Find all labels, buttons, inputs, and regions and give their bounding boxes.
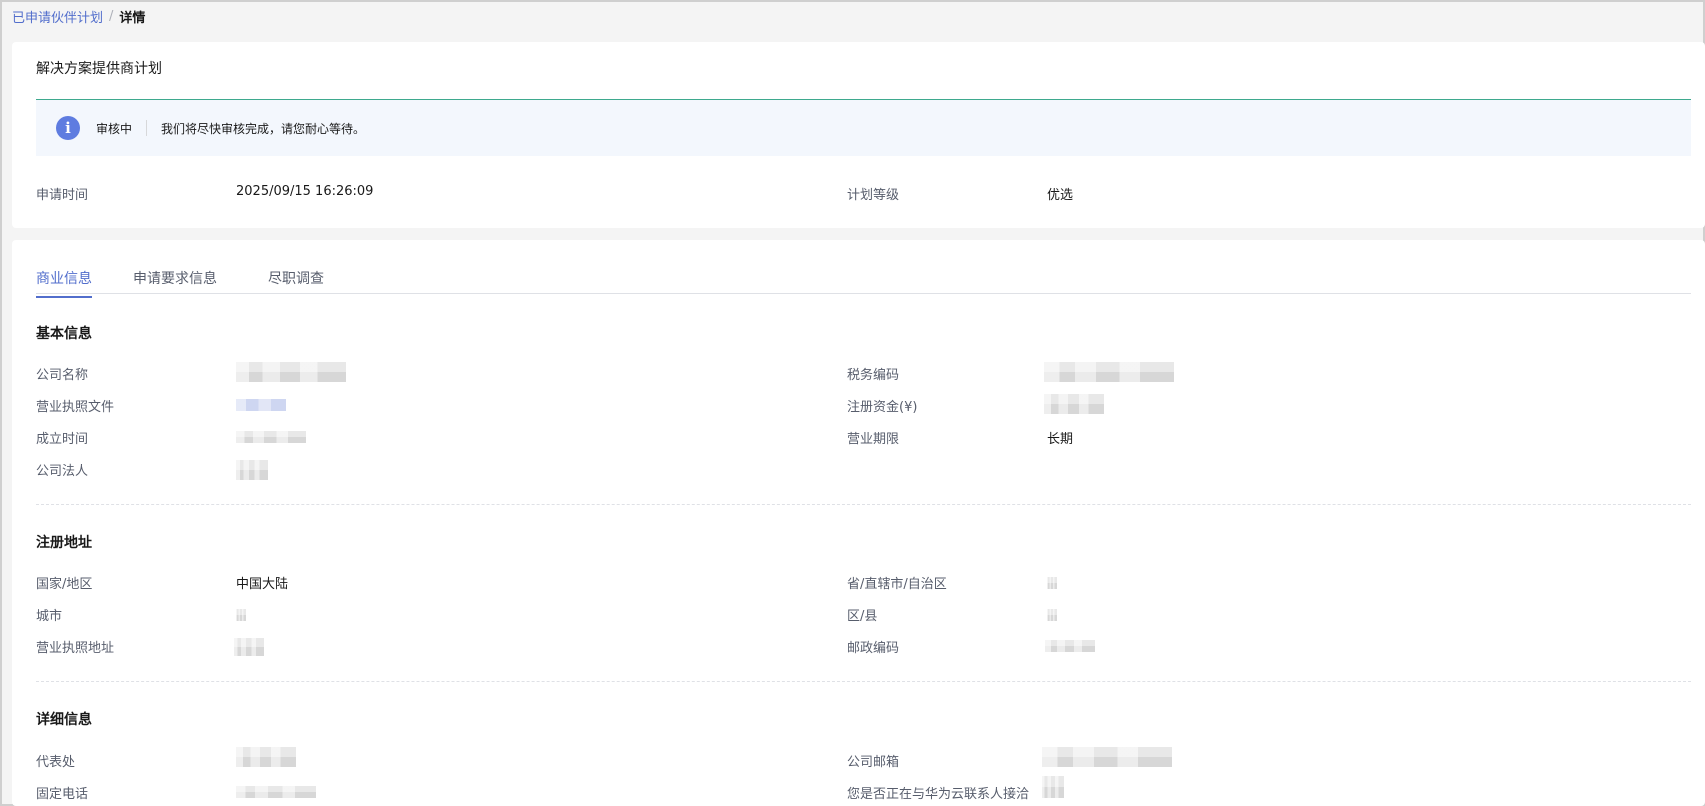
license-address-label: 营业执照地址 bbox=[36, 641, 115, 656]
apply-time-value: 2025/09/15 16:26:09 bbox=[236, 184, 374, 199]
status-message: 我们将尽快审核完成，请您耐心等待。 bbox=[161, 121, 366, 136]
tab-bar: 商业信息 申请要求信息 尽职调查 bbox=[36, 258, 1691, 298]
tab-due-diligence[interactable]: 尽职调查 bbox=[268, 268, 324, 296]
company-email-redacted bbox=[1042, 747, 1172, 767]
section-divider bbox=[36, 504, 1691, 505]
province-label: 省/直辖市/自治区 bbox=[847, 577, 947, 592]
breadcrumb-separator: / bbox=[109, 9, 114, 24]
office-label: 代表处 bbox=[36, 755, 76, 770]
business-term-value: 长期 bbox=[1047, 432, 1074, 447]
section-title-detail: 详细信息 bbox=[36, 712, 92, 728]
license-file-label: 营业执照文件 bbox=[36, 400, 115, 415]
legal-person-label: 公司法人 bbox=[36, 464, 89, 479]
status-divider bbox=[146, 120, 148, 136]
contact-engaged-redacted bbox=[1042, 776, 1064, 798]
country-value: 中国大陆 bbox=[236, 577, 289, 592]
plan-level-value: 优选 bbox=[1047, 188, 1074, 203]
tab-business-info[interactable]: 商业信息 bbox=[36, 268, 92, 298]
province-redacted bbox=[1047, 577, 1057, 589]
tab-application-requirements[interactable]: 申请要求信息 bbox=[133, 268, 217, 296]
company-email-label: 公司邮箱 bbox=[847, 755, 900, 770]
office-redacted bbox=[236, 747, 296, 767]
postal-redacted bbox=[1045, 640, 1095, 652]
business-info-card: 商业信息 申请要求信息 尽职调查 基本信息 公司名称 税务编码 营业执照文件 注… bbox=[12, 240, 1705, 806]
status-banner: i 审核中 我们将尽快审核完成，请您耐心等待。 bbox=[36, 99, 1691, 156]
section-title-address: 注册地址 bbox=[36, 535, 92, 551]
info-icon: i bbox=[56, 116, 80, 140]
breadcrumb-parent-link[interactable]: 已申请伙伴计划 bbox=[12, 7, 103, 26]
tax-code-redacted bbox=[1044, 362, 1174, 382]
contact-engaged-label: 您是否正在与华为云联系人接洽 bbox=[847, 787, 1030, 802]
license-file-link[interactable] bbox=[236, 399, 286, 411]
company-name-label: 公司名称 bbox=[36, 368, 89, 383]
license-address-redacted bbox=[234, 638, 264, 656]
apply-time-label: 申请时间 bbox=[36, 188, 89, 203]
business-term-label: 营业期限 bbox=[847, 432, 900, 447]
company-name-redacted bbox=[236, 362, 346, 382]
breadcrumb: 已申请伙伴计划 / 详情 bbox=[12, 7, 145, 26]
phone-label: 固定电话 bbox=[36, 787, 89, 802]
section-divider bbox=[36, 681, 1691, 682]
district-label: 区/县 bbox=[847, 609, 878, 624]
reg-capital-redacted bbox=[1044, 394, 1104, 414]
section-title-basic: 基本信息 bbox=[36, 326, 92, 342]
city-redacted bbox=[236, 609, 246, 621]
legal-person-redacted bbox=[236, 460, 268, 480]
founded-redacted bbox=[236, 431, 306, 443]
founded-label: 成立时间 bbox=[36, 432, 89, 447]
plan-level-label: 计划等级 bbox=[847, 188, 900, 203]
phone-redacted bbox=[236, 786, 316, 798]
plan-title: 解决方案提供商计划 bbox=[36, 61, 162, 77]
district-redacted bbox=[1047, 609, 1057, 621]
reg-capital-label: 注册资金(¥) bbox=[847, 400, 918, 415]
city-label: 城市 bbox=[36, 609, 63, 624]
country-label: 国家/地区 bbox=[36, 577, 93, 592]
tax-code-label: 税务编码 bbox=[847, 368, 900, 383]
postal-label: 邮政编码 bbox=[847, 641, 900, 656]
status-label: 审核中 bbox=[96, 121, 133, 136]
breadcrumb-current: 详情 bbox=[119, 11, 146, 26]
plan-summary-card: 解决方案提供商计划 i 审核中 我们将尽快审核完成，请您耐心等待。 申请时间 2… bbox=[12, 42, 1705, 228]
